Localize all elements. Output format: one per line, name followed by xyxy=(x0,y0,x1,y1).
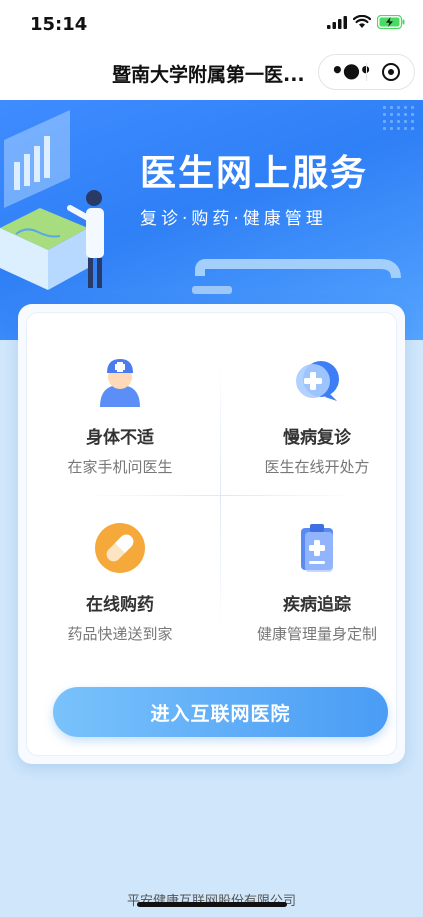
banner-subtitle: 复诊·购药·健康管理 xyxy=(140,209,327,229)
service-subtitle: 医生在线开处方 xyxy=(264,458,370,476)
page-title: 暨南大学附属第一医... xyxy=(112,64,305,86)
doctor-nurse-icon xyxy=(92,353,148,409)
service-title: 身体不适 xyxy=(86,428,154,448)
status-time: 15:14 xyxy=(30,14,88,35)
banner-title: 医生网上服务 xyxy=(140,153,369,194)
service-subtitle: 在家手机问医生 xyxy=(67,458,173,476)
service-subtitle: 健康管理量身定制 xyxy=(256,625,377,643)
pill-icon xyxy=(92,520,148,576)
service-card: 身体不适 在家手机问医生 慢病复诊 医生在线开处方 在线购药 药品快递送到家 疾… xyxy=(18,304,405,764)
enter-hospital-button[interactable]: 进入互联网医院 xyxy=(53,687,388,737)
wifi-icon xyxy=(353,15,371,28)
service-consult[interactable]: 身体不适 在家手机问医生 xyxy=(30,353,210,477)
mini-program-capsule: •●• xyxy=(318,54,415,90)
chat-plus-icon xyxy=(289,353,345,409)
service-title: 疾病追踪 xyxy=(283,595,351,615)
status-bar: 15:14 xyxy=(0,0,423,48)
service-pharmacy[interactable]: 在线购药 药品快递送到家 xyxy=(30,520,210,644)
status-icons xyxy=(327,15,405,29)
close-target-icon[interactable] xyxy=(382,63,400,81)
service-revisit[interactable]: 慢病复诊 医生在线开处方 xyxy=(227,353,407,477)
service-title: 在线购药 xyxy=(86,595,154,615)
vertical-divider xyxy=(220,359,221,634)
horizontal-divider xyxy=(87,495,357,496)
service-subtitle: 药品快递送到家 xyxy=(67,625,173,643)
service-tracking[interactable]: 疾病追踪 健康管理量身定制 xyxy=(227,520,407,644)
capsule-divider xyxy=(366,63,367,81)
clipboard-plus-icon xyxy=(289,520,345,576)
signal-icon xyxy=(327,15,347,29)
service-card-inner: 身体不适 在家手机问医生 慢病复诊 医生在线开处方 在线购药 药品快递送到家 疾… xyxy=(26,312,397,756)
battery-charging-icon xyxy=(377,15,405,29)
home-indicator[interactable] xyxy=(137,902,287,907)
service-title: 慢病复诊 xyxy=(283,428,351,448)
nav-bar: 暨南大学附属第一医... •●• xyxy=(0,48,423,100)
